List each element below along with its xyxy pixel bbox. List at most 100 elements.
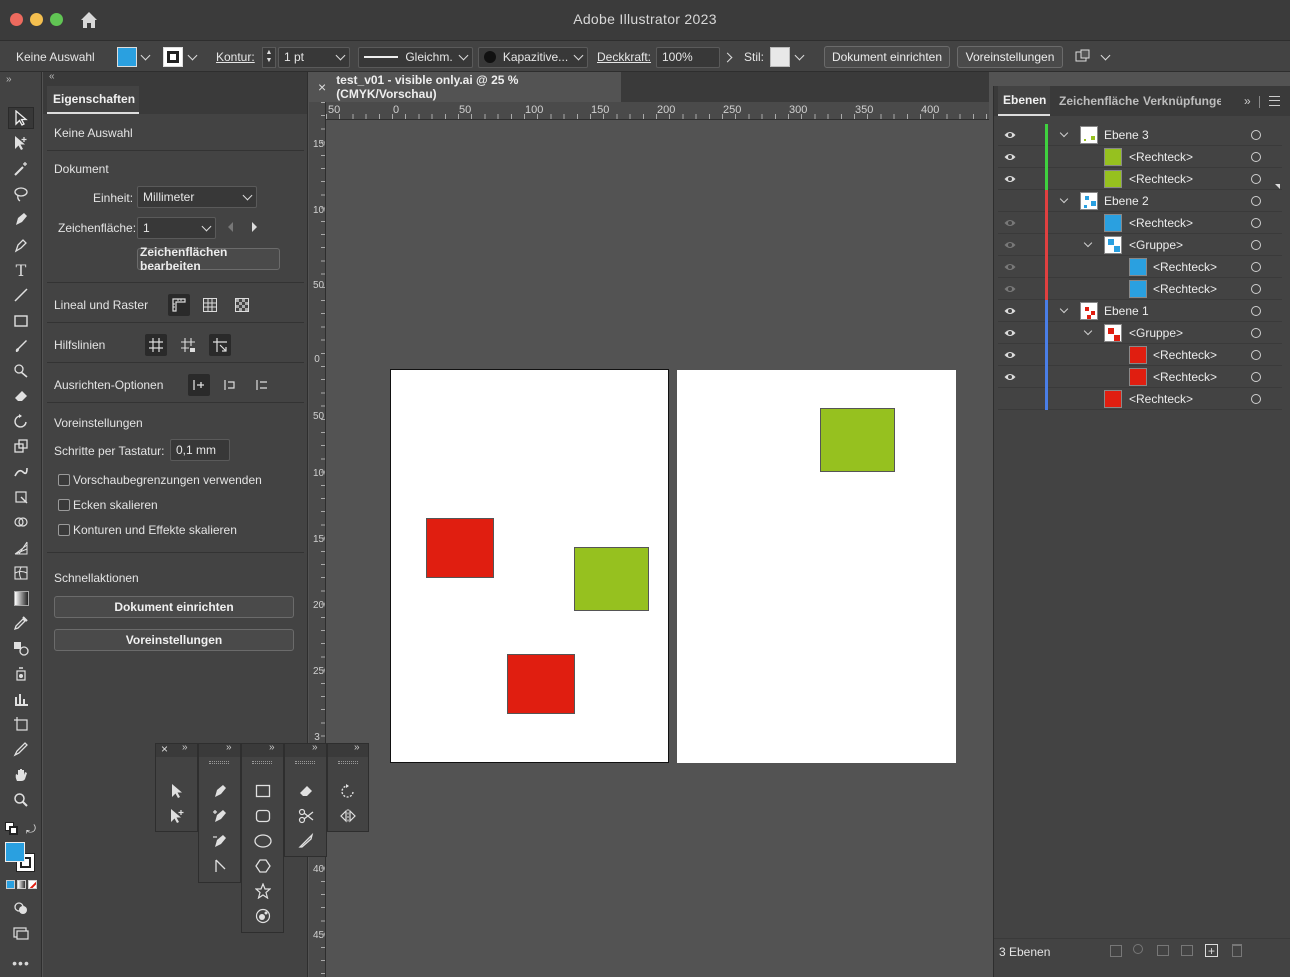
panel-expand-icon[interactable]: » bbox=[1244, 94, 1251, 108]
pen-tool-icon[interactable] bbox=[208, 780, 232, 802]
target-circle-icon[interactable] bbox=[1251, 284, 1261, 294]
tab-links[interactable]: Verknüpfunge bbox=[1143, 86, 1221, 116]
doc-setup-button[interactable]: Dokument einrichten bbox=[54, 596, 294, 618]
locate-object-icon[interactable] bbox=[1133, 944, 1143, 954]
visibility-eye-icon[interactable] bbox=[1004, 371, 1016, 383]
visibility-eye-icon[interactable] bbox=[1004, 217, 1016, 229]
visibility-eye-icon[interactable] bbox=[1004, 283, 1016, 295]
stroke-weight-field[interactable]: 1 pt bbox=[278, 41, 350, 73]
color-mode-icons[interactable] bbox=[6, 880, 37, 889]
guides-icon[interactable] bbox=[145, 334, 167, 356]
add-anchor-icon[interactable] bbox=[208, 805, 232, 827]
close-icon[interactable]: × bbox=[161, 742, 168, 756]
layer-row-group[interactable]: <Gruppe> bbox=[998, 322, 1282, 344]
artboard-1[interactable] bbox=[390, 369, 669, 763]
direct-selection-tool-icon[interactable] bbox=[8, 132, 34, 154]
visibility-eye-icon[interactable] bbox=[1004, 349, 1016, 361]
target-circle-icon[interactable] bbox=[1251, 174, 1261, 184]
more-tools-icon[interactable]: ••• bbox=[8, 952, 34, 974]
eraser-icon[interactable] bbox=[294, 780, 318, 802]
collapse-panel-icon[interactable]: « bbox=[49, 71, 55, 82]
chevron-down-icon[interactable] bbox=[1083, 238, 1093, 248]
layer-row-rectangle[interactable]: <Rechteck> bbox=[998, 344, 1282, 366]
visibility-eye-icon[interactable] bbox=[1004, 151, 1016, 163]
opacity-slider-arrow[interactable] bbox=[722, 41, 733, 73]
stroke-dropdown[interactable] bbox=[187, 41, 198, 73]
expand-icon[interactable]: » bbox=[182, 742, 188, 753]
trash-icon[interactable] bbox=[1232, 944, 1242, 957]
lasso-icon[interactable] bbox=[8, 183, 34, 205]
keyboard-increment-field[interactable]: 0,1 mm bbox=[170, 439, 230, 461]
slice-tool-icon[interactable] bbox=[8, 738, 34, 760]
unit-dropdown[interactable]: Millimeter bbox=[137, 186, 257, 208]
rectangle-tool-icon[interactable] bbox=[8, 310, 34, 332]
chevron-down-icon[interactable] bbox=[1059, 128, 1069, 138]
visibility-eye-icon[interactable] bbox=[1004, 129, 1016, 141]
transparency-grid-icon[interactable] bbox=[231, 294, 253, 316]
layer-row-rectangle[interactable]: <Rechteck> bbox=[998, 146, 1282, 168]
knife-icon[interactable] bbox=[294, 830, 318, 852]
edit-artboards-button[interactable]: Zeichenflächen bearbeiten bbox=[137, 245, 280, 273]
shaper-tool-icon[interactable] bbox=[8, 360, 34, 382]
star-tool-icon[interactable] bbox=[251, 880, 275, 902]
layer-row-rectangle[interactable]: <Rechteck> bbox=[998, 168, 1282, 190]
visibility-eye-icon[interactable] bbox=[1004, 327, 1016, 339]
expand-icon[interactable]: » bbox=[269, 742, 275, 753]
layer-row-rectangle[interactable]: <Rechteck> bbox=[998, 366, 1282, 388]
default-colors-icon[interactable] bbox=[5, 822, 19, 836]
polygon-tool-icon[interactable] bbox=[251, 855, 275, 877]
target-circle-icon[interactable] bbox=[1251, 240, 1261, 250]
draw-mode-icon[interactable] bbox=[8, 897, 34, 919]
chevron-down-icon[interactable] bbox=[1059, 194, 1069, 204]
free-transform-icon[interactable] bbox=[8, 486, 34, 508]
gradient-tool-icon[interactable] bbox=[8, 587, 34, 609]
collect-export-icon[interactable] bbox=[1110, 945, 1122, 957]
snap-to-point-icon[interactable] bbox=[188, 374, 210, 396]
fill-stroke-swatches[interactable] bbox=[5, 842, 37, 874]
rotate-tool-icon[interactable] bbox=[336, 780, 360, 802]
next-artboard-icon[interactable] bbox=[252, 222, 257, 232]
lock-guides-icon[interactable] bbox=[177, 334, 199, 356]
scissors-icon[interactable] bbox=[294, 805, 318, 827]
artboard-tool-icon[interactable] bbox=[8, 713, 34, 735]
fill-dropdown[interactable] bbox=[140, 41, 151, 73]
magic-wand-icon[interactable] bbox=[8, 158, 34, 180]
tab-artboards[interactable]: Zeichenfläche bbox=[1059, 86, 1139, 116]
rotate-tool-icon[interactable] bbox=[8, 410, 34, 432]
flare-tool-icon[interactable] bbox=[251, 905, 275, 927]
expand-icon[interactable]: » bbox=[226, 742, 232, 753]
layer-row-rectangle[interactable]: <Rechteck> bbox=[998, 388, 1282, 410]
symbol-sprayer-icon[interactable] bbox=[8, 663, 34, 685]
stroke-label[interactable]: Kontur: bbox=[216, 41, 255, 73]
stroke-style-dropdown[interactable]: Gleichm. bbox=[358, 41, 473, 73]
close-tab-icon[interactable]: × bbox=[318, 79, 326, 95]
visibility-eye-icon[interactable] bbox=[1004, 305, 1016, 317]
artboard-dropdown[interactable]: 1 bbox=[137, 217, 216, 239]
ruler-icon[interactable] bbox=[168, 294, 190, 316]
panel-menu-icon[interactable] bbox=[1269, 96, 1280, 106]
type-tool-icon[interactable]: T bbox=[8, 259, 34, 281]
layer-row-rectangle[interactable]: <Rechteck> bbox=[998, 212, 1282, 234]
preferences-button[interactable]: Voreinstellungen bbox=[957, 41, 1063, 73]
target-circle-icon[interactable] bbox=[1251, 218, 1261, 228]
canvas[interactable] bbox=[327, 120, 989, 977]
new-layer-icon[interactable]: + bbox=[1205, 944, 1218, 957]
rectangle-tool-icon[interactable] bbox=[251, 780, 275, 802]
screen-mode-icon[interactable] bbox=[8, 922, 34, 944]
red-rectangle[interactable] bbox=[426, 518, 494, 578]
eyedropper-icon[interactable] bbox=[8, 612, 34, 634]
mesh-tool-icon[interactable] bbox=[8, 562, 34, 584]
scale-corners-checkbox[interactable] bbox=[58, 499, 70, 511]
curvature-tool-icon[interactable] bbox=[8, 234, 34, 256]
line-tool-icon[interactable] bbox=[8, 284, 34, 306]
target-circle-icon[interactable] bbox=[1251, 372, 1261, 382]
target-circle-icon[interactable] bbox=[1251, 306, 1261, 316]
expand-icon[interactable]: » bbox=[312, 742, 318, 753]
perspective-grid-icon[interactable] bbox=[8, 537, 34, 559]
selection-tool-icon[interactable] bbox=[165, 780, 189, 802]
pen-tool-icon[interactable] bbox=[8, 208, 34, 230]
shape-builder-icon[interactable] bbox=[8, 511, 34, 533]
visibility-eye-icon[interactable] bbox=[1004, 261, 1016, 273]
target-circle-icon[interactable] bbox=[1251, 262, 1261, 272]
visibility-eye-icon[interactable] bbox=[1004, 173, 1016, 185]
